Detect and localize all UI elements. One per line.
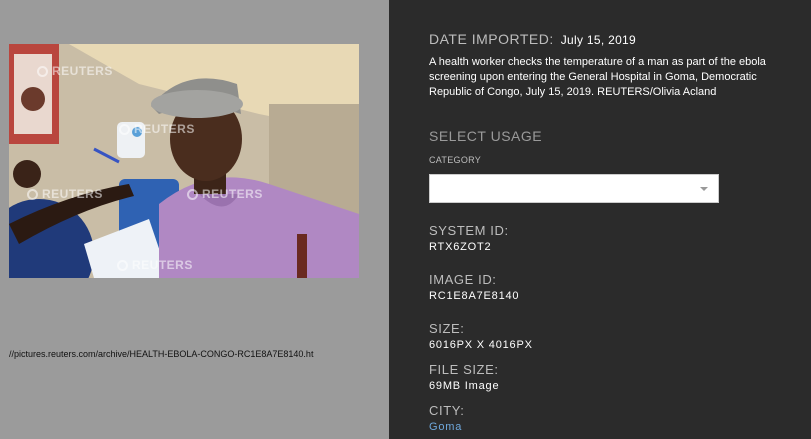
reuters-watermark: REUTERS xyxy=(117,258,193,272)
date-imported: DATE IMPORTED: July 15, 2019 xyxy=(429,31,636,47)
select-usage-heading: SELECT USAGE xyxy=(429,128,543,144)
details-panel: DATE IMPORTED: July 15, 2019 A health wo… xyxy=(389,0,811,439)
city-link[interactable]: Goma xyxy=(429,420,465,434)
image-id-value: RC1E8A7E8140 xyxy=(429,290,520,302)
file-size-value: 69MB Image xyxy=(429,380,500,392)
image-id-field: IMAGE ID: RC1E8A7E8140 xyxy=(429,272,519,303)
size-value: 6016PX X 4016PX xyxy=(429,339,533,351)
city-field: CITY: Goma xyxy=(429,403,465,434)
reuters-logo-icon xyxy=(117,259,128,271)
system-id-value: RTX6ZOT2 xyxy=(429,241,492,253)
category-select[interactable] xyxy=(429,174,719,203)
date-imported-label: DATE IMPORTED: xyxy=(429,31,554,47)
chevron-down-icon xyxy=(700,187,708,191)
system-id-field: SYSTEM ID: RTX6ZOT2 xyxy=(429,223,509,254)
reuters-logo-icon xyxy=(119,123,130,135)
reuters-logo-icon xyxy=(187,188,198,200)
image-preview-panel: REUTERS REUTERS REUTERS REUTERS REUTERS … xyxy=(0,0,389,439)
file-size-field: FILE SIZE: 69MB Image xyxy=(429,362,499,393)
size-label: SIZE: xyxy=(429,321,465,336)
file-size-label: FILE SIZE: xyxy=(429,362,499,377)
news-photo[interactable]: REUTERS REUTERS REUTERS REUTERS REUTERS xyxy=(9,44,359,278)
city-label: CITY: xyxy=(429,403,465,418)
reuters-watermark: REUTERS xyxy=(187,187,263,201)
image-url[interactable]: //pictures.reuters.com/archive/HEALTH-EB… xyxy=(9,349,313,359)
system-id-label: SYSTEM ID: xyxy=(429,223,509,238)
reuters-watermark: REUTERS xyxy=(27,187,103,201)
photo-illustration xyxy=(9,44,359,278)
category-label: CATEGORY xyxy=(429,155,482,165)
date-imported-value: July 15, 2019 xyxy=(560,33,637,47)
image-caption: A health worker checks the temperature o… xyxy=(429,56,766,98)
image-id-label: IMAGE ID: xyxy=(429,272,497,287)
reuters-logo-icon xyxy=(27,188,38,200)
reuters-logo-icon xyxy=(37,65,48,77)
reuters-watermark: REUTERS xyxy=(119,122,195,136)
reuters-watermark: REUTERS xyxy=(37,64,113,78)
size-field: SIZE: 6016PX X 4016PX xyxy=(429,321,533,352)
